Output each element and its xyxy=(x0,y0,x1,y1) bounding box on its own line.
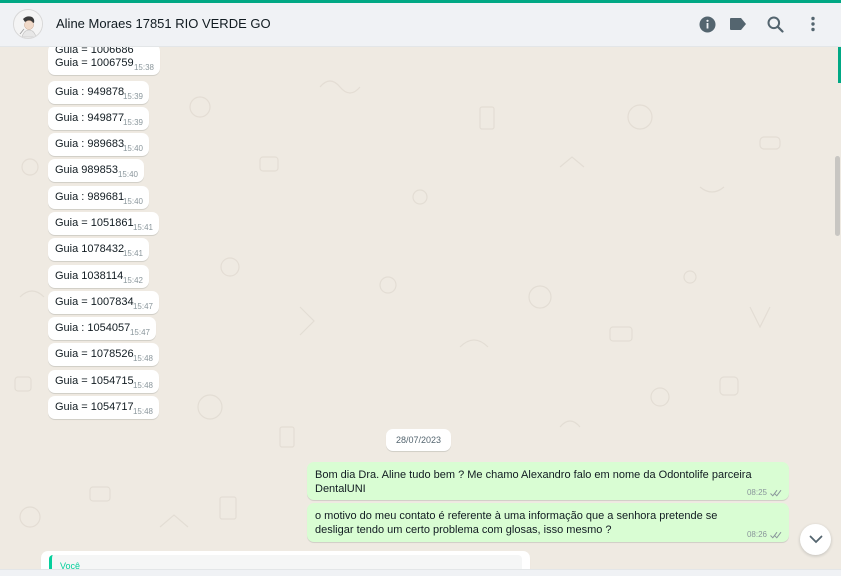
incoming-message[interactable]: Guia 989853 15:40 xyxy=(48,159,144,182)
incoming-message[interactable]: Guia : 989681 15:40 xyxy=(48,186,149,209)
reply-message-bubble[interactable]: Você xyxy=(41,551,530,569)
message-text: Guia : 1054057 xyxy=(55,322,131,334)
incoming-message[interactable]: Guia 1038114 15:42 xyxy=(48,265,149,288)
message-text: Guia = 1054715 xyxy=(55,375,134,387)
chevron-down-icon xyxy=(809,535,822,544)
scroll-to-bottom-button[interactable] xyxy=(800,524,831,555)
scrollbar-thumb[interactable] xyxy=(835,156,840,236)
message-text: Guia = 1006759 xyxy=(55,57,134,69)
message-text: Guia : 949878 xyxy=(55,86,125,98)
message-meta: 08:26 xyxy=(747,530,782,539)
chat-header: Aline Moraes 17851 RIO VERDE GO xyxy=(0,3,841,47)
message-time: 15:41 xyxy=(132,223,153,232)
incoming-message[interactable]: Guia = 1051861 15:41 xyxy=(48,212,159,235)
message-text: Guia 1038114 xyxy=(55,270,124,282)
info-icon[interactable] xyxy=(697,14,717,34)
outgoing-message[interactable]: Bom dia Dra. Aline tudo bem ? Me chamo A… xyxy=(307,462,789,500)
message-text: Guia 1078432 xyxy=(55,243,125,255)
label-icon[interactable] xyxy=(728,14,748,34)
double-check-icon xyxy=(770,531,782,539)
message-time: 15:47 xyxy=(129,328,150,337)
message-text: Guia = 1078526 xyxy=(55,348,134,360)
search-icon[interactable] xyxy=(765,14,785,34)
message-time: 15:42 xyxy=(122,276,143,285)
incoming-message[interactable]: Guia : 949878 15:39 xyxy=(48,81,149,104)
message-time: 15:39 xyxy=(122,118,143,127)
message-text: Guia = 1006686 xyxy=(55,47,134,56)
message-text: Guia : 949877 xyxy=(55,112,125,124)
incoming-message[interactable]: Guia = 1007834 15:47 xyxy=(48,291,159,314)
message-time: 15:47 xyxy=(132,302,153,311)
incoming-message[interactable]: Guia 1078432 15:41 xyxy=(48,238,149,261)
message-time: 15:48 xyxy=(132,407,153,416)
message-text: Guia : 989681 xyxy=(55,191,125,203)
message-time: 15:48 xyxy=(132,381,153,390)
incoming-message[interactable]: Guia = 1054717 15:48 xyxy=(48,396,159,419)
chat-area[interactable]: Guia = 1006686 Guia = 1006759 15:38 Guia… xyxy=(0,47,841,569)
message-meta: 08:25 xyxy=(747,488,782,497)
message-text: Guia : 989683 xyxy=(55,138,125,150)
date-separator: 28/07/2023 xyxy=(386,429,451,451)
message-time: 15:39 xyxy=(122,92,143,101)
message-time: 15:48 xyxy=(132,354,153,363)
outgoing-message[interactable]: o motivo do meu contato é referente à um… xyxy=(307,503,789,542)
contact-avatar[interactable] xyxy=(13,9,43,39)
message-time: 08:26 xyxy=(746,530,767,539)
incoming-message[interactable]: Guia = 1078526 15:48 xyxy=(48,343,159,366)
message-time: 15:38 xyxy=(133,63,154,72)
message-composer-edge xyxy=(0,569,841,576)
double-check-icon xyxy=(770,489,782,497)
quoted-message[interactable]: Você xyxy=(49,555,522,569)
incoming-message[interactable]: Guia = 1006686 Guia = 1006759 15:38 xyxy=(48,47,160,75)
message-text: Bom dia Dra. Aline tudo bem ? Me chamo A… xyxy=(315,469,752,495)
message-time: 15:40 xyxy=(122,144,143,153)
message-text: Guia = 1054717 xyxy=(55,401,134,413)
message-text: Guia = 1007834 xyxy=(55,296,134,308)
message-time: 15:41 xyxy=(122,249,143,258)
contact-name[interactable]: Aline Moraes 17851 RIO VERDE GO xyxy=(56,16,271,31)
incoming-message[interactable]: Guia : 1054057 15:47 xyxy=(48,317,156,340)
message-time: 08:25 xyxy=(746,488,767,497)
incoming-message[interactable]: Guia = 1054715 15:48 xyxy=(48,370,159,393)
avatar-illustration xyxy=(14,10,42,38)
message-text: Guia = 1051861 xyxy=(55,217,134,229)
incoming-message[interactable]: Guia : 949877 15:39 xyxy=(48,107,149,130)
message-time: 15:40 xyxy=(117,170,138,179)
message-text: Guia 989853 xyxy=(55,164,118,176)
incoming-message[interactable]: Guia : 989683 15:40 xyxy=(48,133,149,156)
message-time: 15:40 xyxy=(122,197,143,206)
menu-icon[interactable] xyxy=(803,14,823,34)
quoted-author: Você xyxy=(60,561,81,569)
message-text: o motivo do meu contato é referente à um… xyxy=(315,510,718,536)
